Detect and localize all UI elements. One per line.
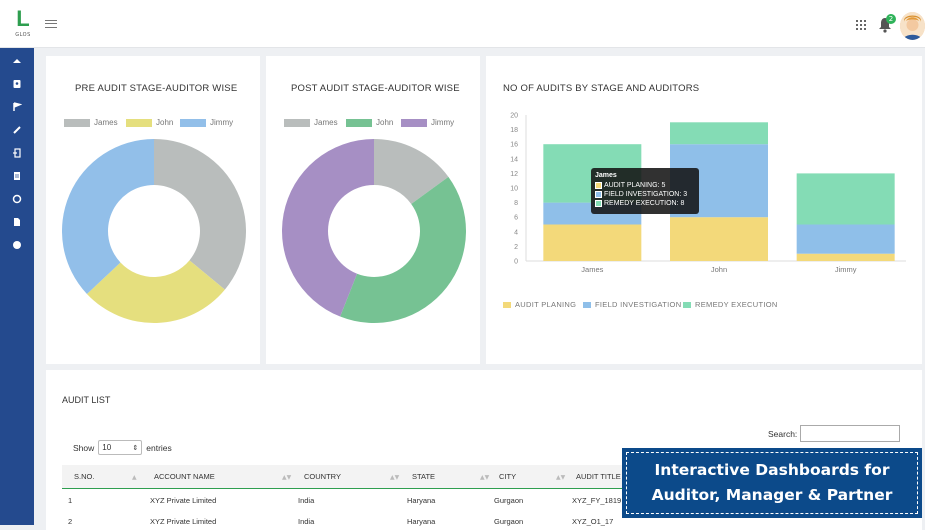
circle-icon[interactable]	[12, 194, 22, 204]
col-city[interactable]: CITY	[499, 472, 516, 481]
file-icon[interactable]	[12, 217, 22, 227]
post-legend-jimmy[interactable]: Jimmy	[401, 118, 454, 127]
pre-audit-slice-jimmy[interactable]	[62, 139, 154, 294]
col-sno[interactable]: S.NO.	[74, 472, 94, 481]
pre-audit-title: PRE AUDIT STAGE-AUDITOR WISE	[75, 83, 238, 94]
entries-control: Show 10 ⇕ entries	[73, 440, 172, 455]
pre-legend-jimmy[interactable]: Jimmy	[180, 118, 233, 127]
edit-icon[interactable]	[12, 125, 22, 135]
info-icon[interactable]	[12, 240, 22, 250]
y-tick-label: 12	[510, 171, 518, 178]
sort-icon[interactable]: ▲▼	[480, 474, 489, 481]
top-bar: L GLOS 2	[0, 0, 925, 48]
bar-jimmy-audit-planing[interactable]	[796, 253, 895, 261]
sort-icon[interactable]: ▲▼	[390, 474, 399, 481]
x-tick-label: John	[711, 265, 727, 274]
banner-line-1: Interactive Dashboards for	[654, 461, 890, 479]
menu-toggle-icon[interactable]	[45, 20, 57, 28]
logo-subtext: GLOS	[15, 32, 31, 38]
search-input[interactable]	[800, 425, 901, 442]
y-tick-label: 2	[514, 244, 518, 251]
bar-jimmy-remedy-execution[interactable]	[796, 173, 895, 225]
search-control: Search:	[768, 425, 901, 442]
entries-select[interactable]: 10 ⇕	[98, 440, 143, 455]
y-tick-label: 8	[514, 200, 518, 207]
promo-banner: Interactive Dashboards for Auditor, Mana…	[622, 448, 922, 518]
col-country[interactable]: COUNTRY	[304, 472, 341, 481]
logo-letter: L	[16, 6, 30, 31]
tooltip-row: FIELD INVESTIGATION: 3	[604, 191, 688, 198]
sort-icon[interactable]: ▲	[132, 474, 137, 481]
app-logo[interactable]: L GLOS	[8, 6, 38, 44]
banner-line-2: Auditor, Manager & Partner	[651, 486, 893, 504]
bar-tooltip: James AUDIT PLANING: 5 FIELD INVESTIGATI…	[591, 168, 699, 214]
bar-legend-field-investigation[interactable]: FIELD INVESTIGATION	[583, 300, 681, 309]
bar-legend-audit-planing[interactable]: AUDIT PLANING	[503, 300, 576, 309]
cell-country: India	[298, 496, 315, 505]
apps-grid-icon[interactable]	[856, 20, 866, 30]
tooltip-row: REMEDY EXECUTION: 8	[604, 200, 685, 207]
x-tick-label: James	[581, 265, 603, 274]
bar-john-remedy-execution[interactable]	[670, 122, 768, 145]
y-tick-label: 4	[514, 229, 518, 236]
post-legend-james[interactable]: James	[284, 118, 338, 127]
col-state[interactable]: STATE	[412, 472, 435, 481]
y-tick-label: 6	[514, 215, 518, 222]
sort-icon[interactable]: ▲▼	[282, 474, 291, 481]
post-audit-slice-john[interactable]	[340, 176, 466, 323]
y-tick-label: 20	[510, 113, 518, 120]
document-icon[interactable]	[12, 171, 22, 181]
tooltip-title: James	[595, 172, 617, 179]
cell-state: Haryana	[407, 496, 436, 505]
sort-icon[interactable]: ▲▼	[556, 474, 565, 481]
flag-icon[interactable]	[12, 102, 22, 112]
stacked-bar-chart[interactable]: 0 2 4 6 8 10 12 14 16 18 20 James John Jimmy	[486, 100, 922, 290]
y-tick-label: 18	[510, 127, 518, 134]
bar-jimmy-field-investigation[interactable]	[796, 224, 895, 254]
bar-james-audit-planing[interactable]	[543, 224, 642, 262]
bar-legend-remedy-execution[interactable]: REMEDY EXECUTION	[683, 300, 778, 309]
cell-audit-title: XYZ_FY_1819	[572, 496, 622, 505]
pre-audit-slice-james[interactable]	[154, 139, 246, 290]
y-tick-label: 16	[510, 142, 518, 149]
show-label: Show	[73, 442, 95, 453]
cell-account-name: XYZ Private Limited	[150, 496, 217, 505]
audit-list-title: AUDIT LIST	[62, 395, 111, 405]
login-icon[interactable]	[12, 148, 22, 158]
home-icon[interactable]	[12, 56, 22, 66]
cell-city: Gurgaon	[494, 496, 524, 505]
y-tick-label: 14	[510, 156, 518, 163]
y-tick-label: 10	[510, 186, 518, 193]
entries-label: entries	[146, 442, 172, 453]
tooltip-row: AUDIT PLANING: 5	[604, 182, 666, 189]
bar-chart-title: NO OF AUDITS BY STAGE AND AUDITORS	[503, 83, 700, 94]
y-tick-label: 0	[514, 259, 518, 266]
pre-legend-john[interactable]: John	[126, 118, 173, 127]
col-account-name[interactable]: ACCOUNT NAME	[154, 472, 215, 481]
post-legend-john[interactable]: John	[346, 118, 393, 127]
sidebar	[0, 48, 34, 525]
col-audit-title[interactable]: AUDIT TITLE	[576, 472, 621, 481]
cell-sno: 1	[68, 496, 73, 505]
search-label: Search:	[768, 428, 798, 439]
post-audit-donut-chart[interactable]	[282, 138, 466, 324]
pre-legend-james[interactable]: James	[64, 118, 118, 127]
user-badge-icon[interactable]	[12, 79, 22, 89]
user-avatar[interactable]	[900, 12, 925, 40]
bar-john-audit-planing[interactable]	[670, 217, 768, 261]
post-audit-title: POST AUDIT STAGE-AUDITOR WISE	[291, 83, 460, 94]
notification-badge: 2	[886, 14, 896, 24]
pre-audit-donut-chart[interactable]	[62, 138, 246, 324]
x-tick-label: Jimmy	[835, 265, 857, 274]
